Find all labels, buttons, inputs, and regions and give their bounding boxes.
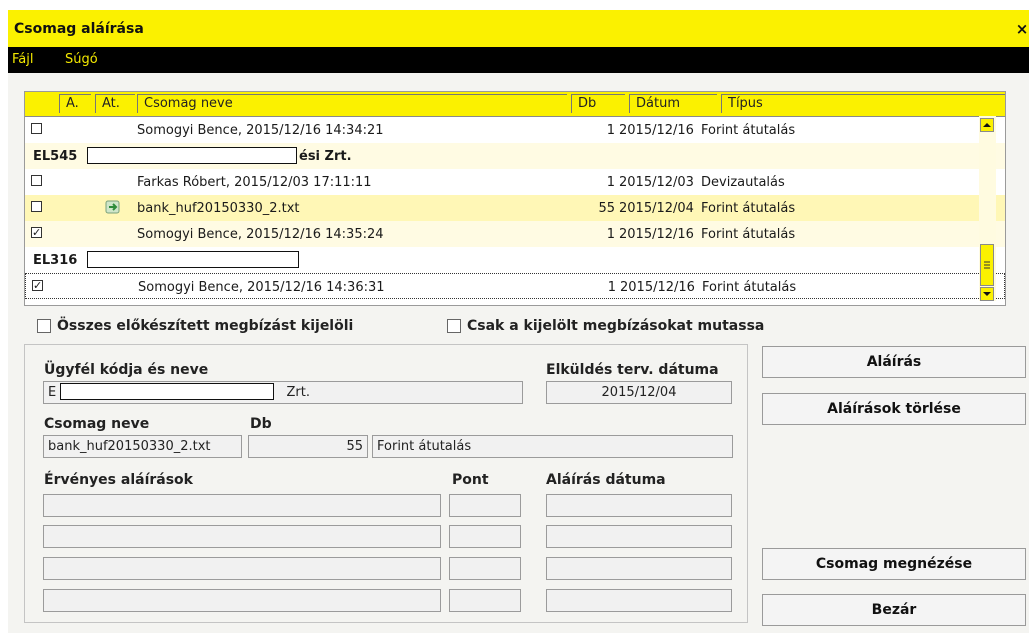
client-suffix: Zrt. xyxy=(286,385,310,400)
table-row[interactable]: Farkas Róbert, 2015/12/03 17:11:11 1 201… xyxy=(25,169,1005,195)
row-date: 2015/12/16 xyxy=(619,123,694,138)
menu-file[interactable]: Fájl xyxy=(12,52,33,67)
vertical-scrollbar[interactable] xyxy=(979,116,996,301)
package-list[interactable]: A. At. Csomag neve Db Dátum Típus Somogy… xyxy=(24,91,1006,306)
close-button[interactable]: Bezár xyxy=(762,594,1026,626)
signature-name-field[interactable] xyxy=(43,589,441,612)
row-db: 1 xyxy=(606,123,615,138)
col-db[interactable]: Db xyxy=(571,94,625,113)
scroll-up-button[interactable] xyxy=(980,118,994,132)
send-date-label: Elküldés terv. dátuma xyxy=(546,362,719,378)
signature-point-field[interactable] xyxy=(449,494,521,517)
row-date: 2015/12/04 xyxy=(619,201,694,216)
client-prefix: E xyxy=(48,385,57,400)
col-type[interactable]: Típus xyxy=(721,94,1005,113)
row-name: Somogyi Bence, 2015/12/16 14:36:31 xyxy=(138,280,385,295)
row-db: 1 xyxy=(607,280,616,295)
signature-date-field[interactable] xyxy=(546,589,732,612)
signature-date-field[interactable] xyxy=(546,494,732,517)
signature-date-field[interactable] xyxy=(546,525,732,548)
row-checkbox[interactable] xyxy=(31,175,42,186)
row-checkbox[interactable] xyxy=(31,201,42,212)
show-selected-checkbox[interactable] xyxy=(447,319,461,333)
window-title: Csomag aláírása xyxy=(14,21,144,37)
row-type: Forint átutalás xyxy=(701,123,796,138)
row-checkbox[interactable] xyxy=(31,123,42,134)
group-row[interactable]: EL545 ési Zrt. xyxy=(25,143,1005,169)
grip-icon xyxy=(984,261,990,269)
signature-name-field[interactable] xyxy=(43,525,441,548)
row-name: Somogyi Bence, 2015/12/16 14:35:24 xyxy=(137,227,384,242)
scroll-thumb[interactable] xyxy=(980,244,994,286)
signature-date-label: Aláírás dátuma xyxy=(546,472,666,488)
arrow-up-icon xyxy=(983,123,991,127)
redacted-box xyxy=(87,147,297,164)
signature-name-field[interactable] xyxy=(43,557,441,580)
row-type: Forint átutalás xyxy=(701,227,796,242)
row-type: Forint átutalás xyxy=(701,201,796,216)
send-date-field[interactable]: 2015/12/04 xyxy=(546,381,732,404)
table-header: A. At. Csomag neve Db Dátum Típus xyxy=(25,92,1005,117)
row-type: Devizautalás xyxy=(701,175,785,190)
row-checkbox-checked[interactable]: ✓ xyxy=(32,280,43,291)
close-icon[interactable]: × xyxy=(1015,20,1029,38)
table-row[interactable]: ✓ Somogyi Bence, 2015/12/16 14:35:24 1 2… xyxy=(25,221,1005,247)
client-label: Ügyfél kódja és neve xyxy=(44,362,209,378)
package-label: Csomag neve xyxy=(44,416,150,432)
row-name: bank_huf20150330_2.txt xyxy=(137,201,300,216)
col-a[interactable]: A. xyxy=(59,94,91,113)
redacted-box xyxy=(60,383,275,400)
group-row[interactable]: EL316 xyxy=(25,247,1005,273)
row-name: Somogyi Bence, 2015/12/16 14:34:21 xyxy=(137,123,384,138)
select-all-label[interactable]: Összes előkészített megbízást kijelöli xyxy=(57,318,353,334)
row-db: 55 xyxy=(598,201,615,216)
type-field[interactable]: Forint átutalás xyxy=(372,435,733,458)
col-date[interactable]: Dátum xyxy=(629,94,717,113)
col-package-name[interactable]: Csomag neve xyxy=(137,94,567,113)
view-package-button[interactable]: Csomag megnézése xyxy=(762,548,1026,580)
row-date: 2015/12/16 xyxy=(619,227,694,242)
show-selected-label[interactable]: Csak a kijelölt megbízásokat mutassa xyxy=(467,318,764,334)
signature-point-field[interactable] xyxy=(449,589,521,612)
file-arrow-icon xyxy=(105,200,120,214)
window-titlebar: Csomag aláírása × xyxy=(8,10,1029,47)
valid-signatures-label: Érvényes aláírások xyxy=(44,472,193,488)
point-label: Pont xyxy=(452,472,489,488)
db-label: Db xyxy=(250,416,272,432)
row-date: 2015/12/03 xyxy=(619,175,694,190)
group-suffix: ési Zrt. xyxy=(299,149,352,164)
signature-point-field[interactable] xyxy=(449,557,521,580)
group-code: EL545 xyxy=(33,149,78,164)
table-row[interactable]: Somogyi Bence, 2015/12/16 14:34:21 1 201… xyxy=(25,117,1005,143)
package-field[interactable]: bank_huf20150330_2.txt xyxy=(43,435,242,458)
signature-point-field[interactable] xyxy=(449,525,521,548)
row-type: Forint átutalás xyxy=(702,280,797,295)
row-checkbox-checked[interactable]: ✓ xyxy=(31,227,42,238)
arrow-down-icon xyxy=(983,292,991,296)
signature-name-field[interactable] xyxy=(43,494,441,517)
col-at[interactable]: At. xyxy=(95,94,135,113)
delete-signatures-button[interactable]: Aláírások törlése xyxy=(762,393,1026,425)
sign-button[interactable]: Aláírás xyxy=(762,346,1026,378)
menubar: Fájl Súgó xyxy=(8,47,1029,73)
scroll-down-button[interactable] xyxy=(980,287,994,301)
redacted-box xyxy=(87,251,299,268)
group-code: EL316 xyxy=(33,253,78,268)
row-name: Farkas Róbert, 2015/12/03 17:11:11 xyxy=(137,175,372,190)
table-row[interactable]: ✓ Somogyi Bence, 2015/12/16 14:36:31 1 2… xyxy=(25,273,1005,299)
row-db: 1 xyxy=(606,175,615,190)
client-field[interactable]: E Zrt. xyxy=(43,381,523,404)
row-date: 2015/12/16 xyxy=(620,280,695,295)
select-all-checkbox[interactable] xyxy=(37,319,51,333)
signature-date-field[interactable] xyxy=(546,557,732,580)
row-db: 1 xyxy=(606,227,615,242)
db-field[interactable]: 55 xyxy=(248,435,368,458)
table-row[interactable]: bank_huf20150330_2.txt 55 2015/12/04 For… xyxy=(25,195,1005,221)
menu-help[interactable]: Súgó xyxy=(65,52,98,67)
